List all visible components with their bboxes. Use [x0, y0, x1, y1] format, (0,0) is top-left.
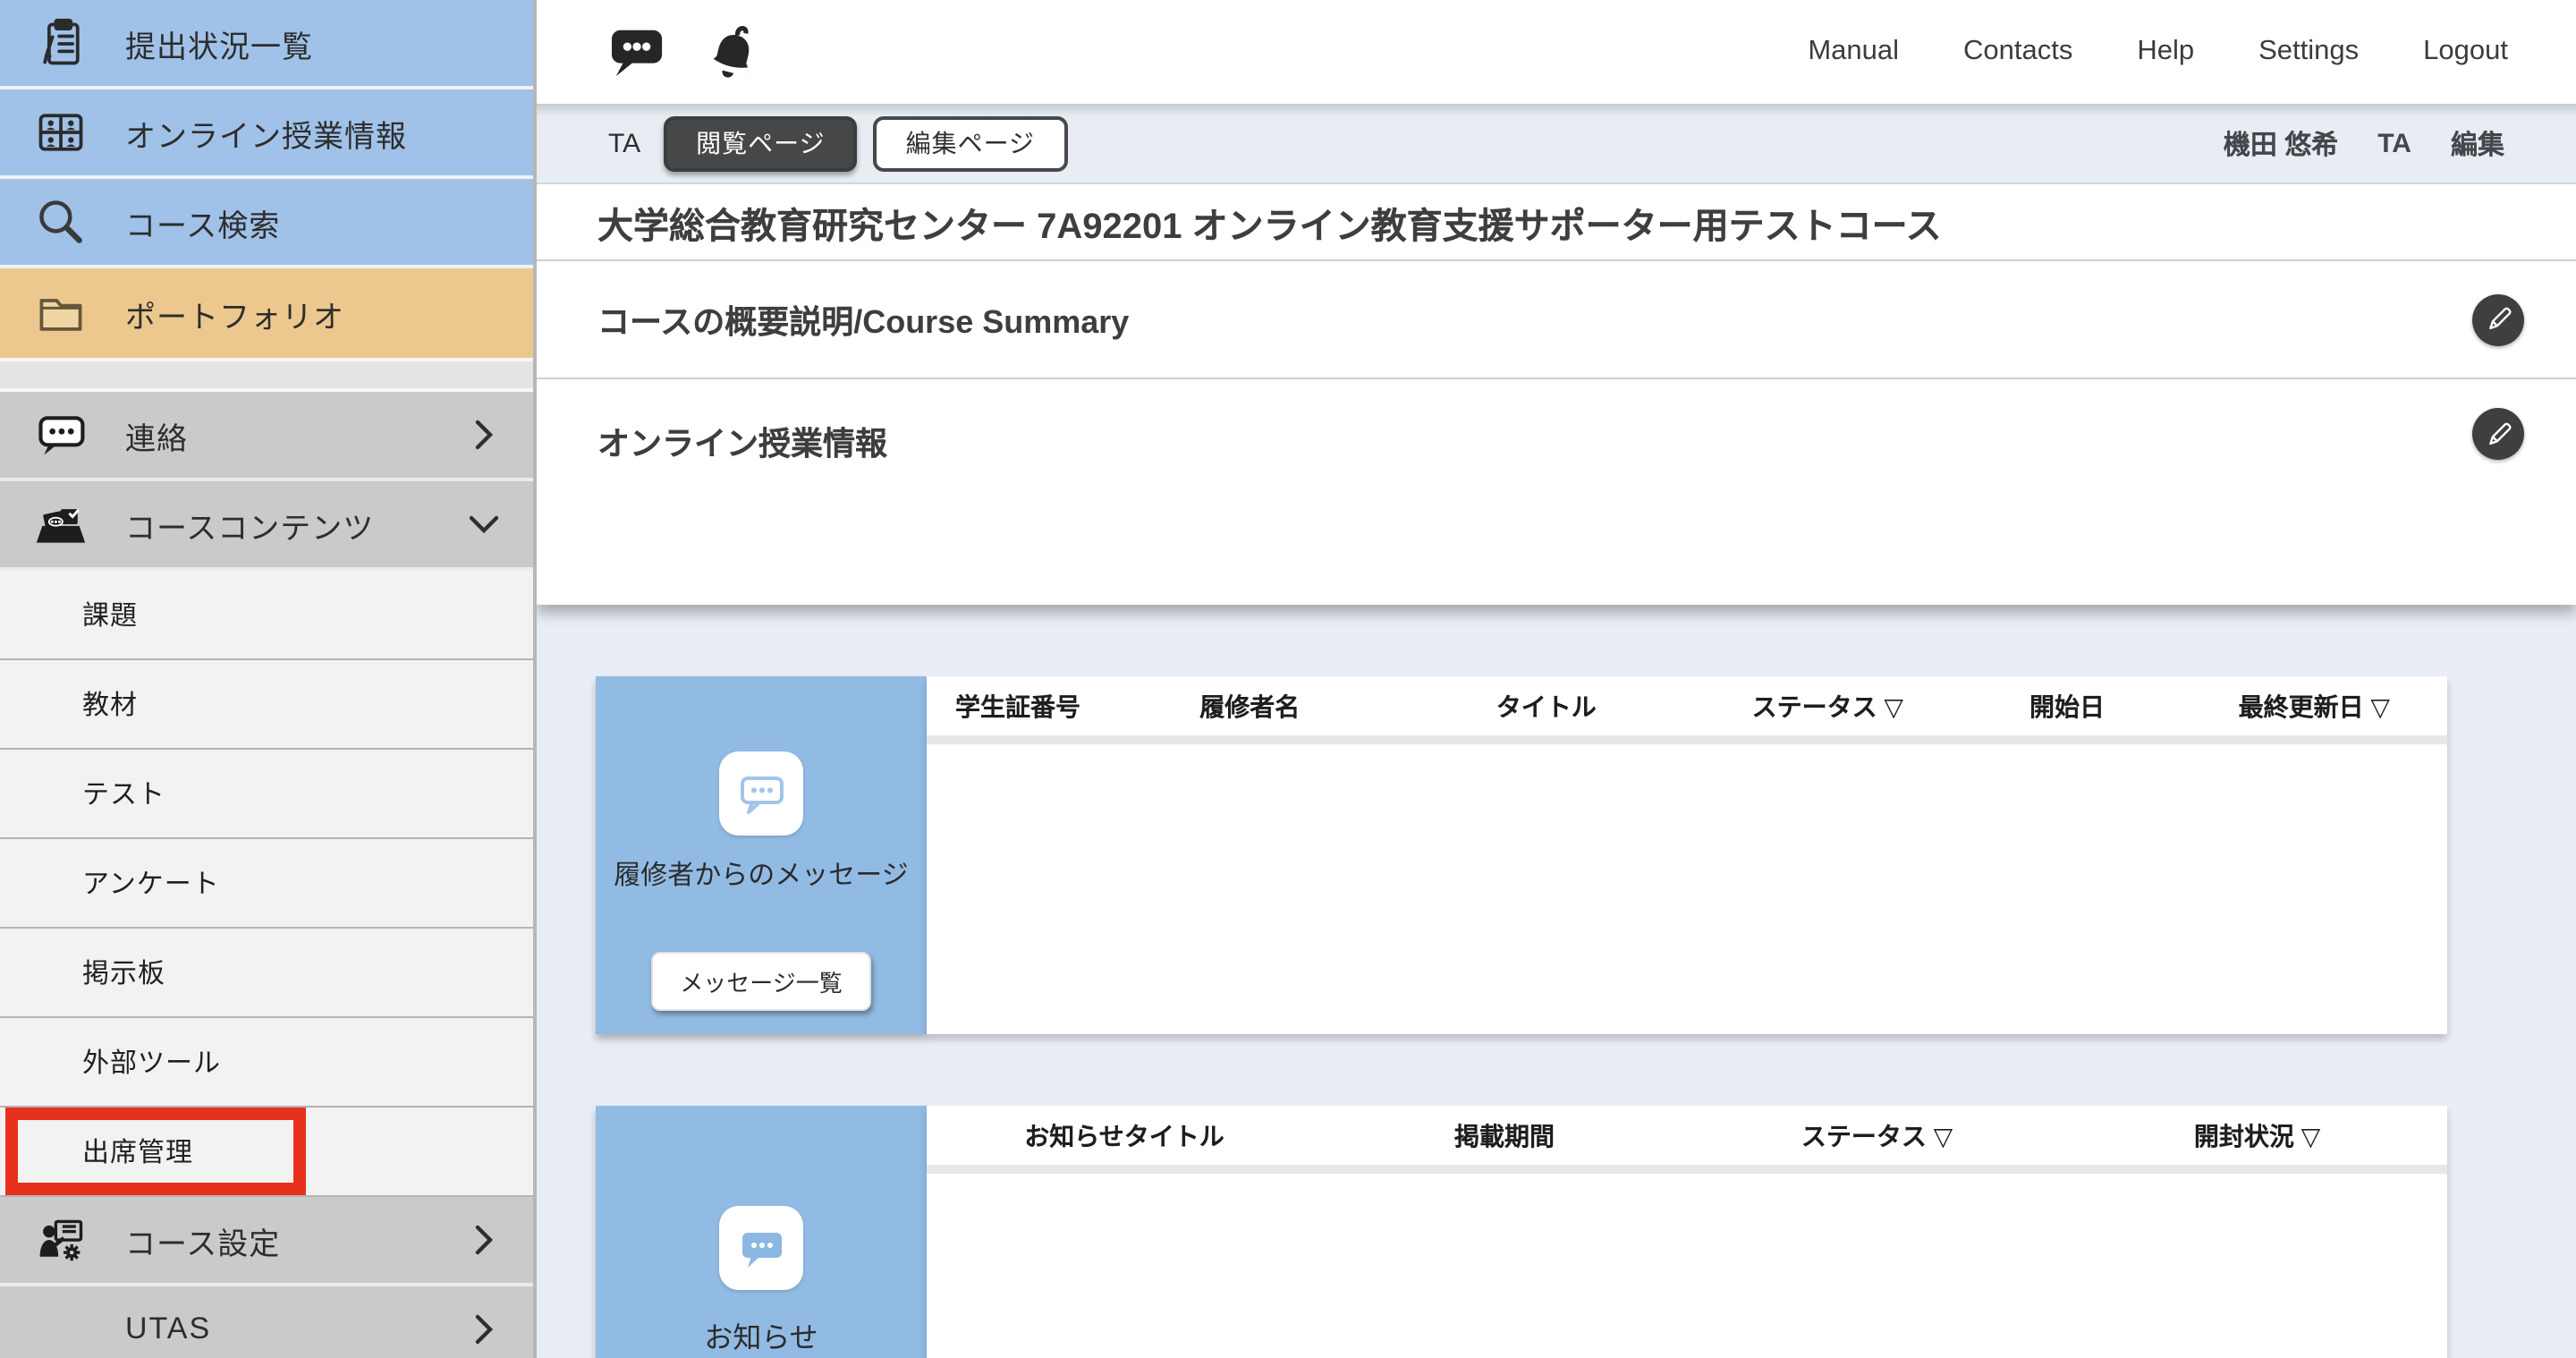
content-box-icon [30, 494, 91, 555]
sidebar-item-label: 教材 [82, 685, 138, 723]
sidebar-item-external-tools[interactable]: 外部ツール [0, 1018, 533, 1108]
teacher-gear-icon [30, 1209, 91, 1270]
messages-panel: 履修者からのメッセージ メッセージ一覧 学生証番号 履修者名 タイトル ステータ… [596, 676, 2576, 1034]
video-class-icon [30, 102, 91, 163]
nav-contacts[interactable]: Contacts [1963, 36, 2072, 68]
search-icon [30, 191, 91, 252]
chevron-right-icon [474, 1313, 494, 1345]
column-read-status-sort[interactable]: 開封状況 ▽ [2067, 1117, 2447, 1153]
column-title: タイトル [1391, 688, 1703, 724]
sidebar-item-label: 外部ツール [82, 1043, 221, 1081]
sidebar-item-course-search[interactable]: コース検索 [0, 179, 533, 268]
sidebar-item-label: コース設定 [125, 1218, 280, 1262]
main-area: Manual Contacts Help Settings Logout TA … [537, 0, 2576, 1358]
nav-manual[interactable]: Manual [1808, 36, 1899, 68]
sidebar: 提出状況一覧 オンライン授業情報 コース検索 ポートフォリオ 連絡 [0, 0, 537, 1358]
bell-icon[interactable] [701, 21, 766, 82]
sidebar-item-label: コース検索 [125, 199, 280, 244]
chevron-right-icon [474, 419, 494, 451]
speech-bubble-outline-icon [719, 751, 803, 836]
sidebar-divider [0, 358, 533, 392]
user-name: 機田 悠希 [2224, 124, 2338, 162]
sidebar-item-label: UTAS [125, 1311, 211, 1347]
sidebar-item-surveys[interactable]: アンケート [0, 839, 533, 929]
sidebar-item-contact[interactable]: 連絡 [0, 392, 533, 481]
sidebar-item-utas[interactable]: UTAS [0, 1286, 533, 1358]
sidebar-item-label: オンライン授業情報 [125, 110, 407, 155]
nav-logout[interactable]: Logout [2423, 36, 2508, 68]
sidebar-item-materials[interactable]: 教材 [0, 660, 533, 750]
chat-bubble-icon[interactable] [608, 25, 667, 79]
sidebar-item-bulletin-board[interactable]: 掲示板 [0, 929, 533, 1018]
sidebar-item-label: 連絡 [125, 412, 188, 457]
section-course-summary: コースの概要説明/Course Summary [537, 261, 2576, 379]
sidebar-item-label: アンケート [82, 864, 220, 902]
clipboard-pen-icon [30, 13, 91, 73]
messages-card: 履修者からのメッセージ メッセージ一覧 [596, 676, 927, 1034]
announcements-panel: お知らせ お知らせタイトル 掲載期間 ステータス ▽ 開封状況 ▽ [596, 1106, 2576, 1358]
column-student-id: 学生証番号 [927, 688, 1109, 724]
pencil-icon [2484, 305, 2512, 334]
announcements-card-title: お知らせ [686, 1319, 835, 1358]
announcements-table-header: お知らせタイトル 掲載期間 ステータス ▽ 開封状況 ▽ [927, 1106, 2447, 1174]
user-role-badge: TA [2377, 128, 2411, 158]
sidebar-item-course-contents[interactable]: コースコンテンツ [0, 481, 533, 571]
messages-table-header: 学生証番号 履修者名 タイトル ステータス ▽ 開始日 最終更新日 ▽ [927, 676, 2447, 744]
sidebar-item-label: テスト [82, 775, 165, 812]
sidebar-item-assignments[interactable]: 課題 [0, 571, 533, 660]
folder-icon [30, 283, 91, 344]
column-last-updated-sort[interactable]: 最終更新日 ▽ [2182, 688, 2448, 724]
sidebar-item-label: 提出状況一覧 [125, 21, 313, 65]
course-header-sections: 大学総合教育研究センター 7A92201 オンライン教育支援サポーター用テストコ… [537, 184, 2576, 605]
top-bar: Manual Contacts Help Settings Logout [537, 0, 2576, 104]
view-page-button[interactable]: 閲覧ページ [664, 115, 857, 171]
section-title: コースの概要説明/Course Summary [597, 296, 1129, 343]
announcements-table: お知らせタイトル 掲載期間 ステータス ▽ 開封状況 ▽ [927, 1106, 2447, 1358]
chevron-down-icon [468, 514, 500, 534]
dashboard-content: 履修者からのメッセージ メッセージ一覧 学生証番号 履修者名 タイトル ステータ… [537, 605, 2576, 1358]
sidebar-item-submission-status[interactable]: 提出状況一覧 [0, 0, 533, 89]
pencil-icon [2484, 420, 2512, 448]
edit-online-class-info-button[interactable] [2472, 408, 2524, 460]
column-status-sort[interactable]: ステータス ▽ [1702, 688, 1953, 724]
edit-summary-button[interactable] [2472, 293, 2524, 345]
sidebar-item-label: コースコンテンツ [125, 502, 374, 547]
edit-page-button[interactable]: 編集ページ [874, 115, 1067, 171]
page: 提出状況一覧 オンライン授業情報 コース検索 ポートフォリオ 連絡 [0, 0, 2576, 1358]
speech-bubble-filled-icon [719, 1206, 803, 1290]
sidebar-item-course-settings[interactable]: コース設定 [0, 1197, 533, 1286]
nav-settings[interactable]: Settings [2258, 36, 2359, 68]
sidebar-item-portfolio[interactable]: ポートフォリオ [0, 268, 533, 358]
section-title: オンライン授業情報 [597, 419, 887, 465]
announcements-card: お知らせ [596, 1106, 927, 1358]
sidebar-item-tests[interactable]: テスト [0, 750, 533, 839]
messages-card-title: 履修者からのメッセージ [596, 855, 926, 897]
sidebar-item-online-class-info[interactable]: オンライン授業情報 [0, 89, 533, 179]
sidebar-item-label: ポートフォリオ [125, 291, 344, 335]
chat-outline-icon [30, 404, 91, 465]
sidebar-item-label: 課題 [82, 596, 138, 633]
column-announcement-title: お知らせタイトル [927, 1117, 1322, 1153]
sidebar-item-attendance[interactable]: 出席管理 [0, 1108, 533, 1197]
column-start-date: 開始日 [1953, 688, 2182, 724]
sidebar-item-label: 出席管理 [82, 1133, 193, 1170]
course-title: 大学総合教育研究センター 7A92201 オンライン教育支援サポーター用テストコ… [537, 184, 2576, 261]
top-nav: Manual Contacts Help Settings Logout [1808, 36, 2576, 68]
nav-help[interactable]: Help [2137, 36, 2194, 68]
chevron-right-icon [474, 1224, 494, 1256]
ta-bar: TA 閲覧ページ 編集ページ 機田 悠希 TA 編集 [537, 104, 2576, 184]
role-label: TA [608, 128, 640, 158]
messages-table-body [927, 744, 2447, 1034]
sidebar-item-label: 掲示板 [82, 954, 165, 991]
user-info: 機田 悠希 TA 編集 [2224, 124, 2576, 162]
messages-table: 学生証番号 履修者名 タイトル ステータス ▽ 開始日 最終更新日 ▽ [927, 676, 2447, 1034]
announcements-table-body [927, 1174, 2447, 1358]
user-edit-link[interactable]: 編集 [2451, 124, 2504, 162]
message-list-button[interactable]: メッセージ一覧 [651, 952, 871, 1011]
column-student-name: 履修者名 [1109, 688, 1391, 724]
column-status-sort[interactable]: ステータス ▽ [1687, 1117, 2067, 1153]
column-posting-period: 掲載期間 [1322, 1117, 1687, 1153]
section-online-class-info: オンライン授業情報 [537, 379, 2576, 605]
